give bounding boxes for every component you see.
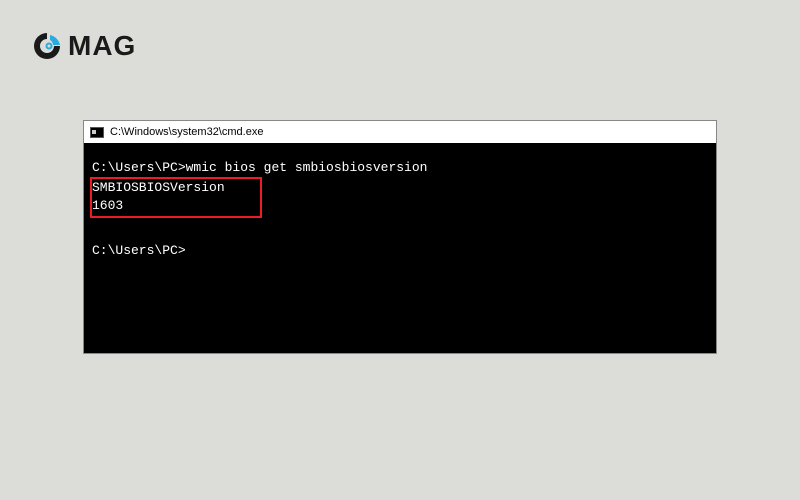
cmd-icon [90,127,104,138]
command-text: wmic bios get smbiosbiosversion [186,160,428,175]
brand-logo: MAG [32,30,136,62]
logo-icon [32,31,62,61]
output-header: SMBIOSBIOSVersion [92,180,225,195]
output-value: 1603 [92,198,123,213]
cmd-window: C:\Windows\system32\cmd.exe C:\Users\PC>… [83,120,717,354]
logo-text: MAG [68,30,136,62]
window-titlebar[interactable]: C:\Windows\system32\cmd.exe [84,121,716,143]
output-highlight: SMBIOSBIOSVersion 1603 [90,177,262,217]
terminal-output[interactable]: C:\Users\PC>wmic bios get smbiosbiosvers… [84,143,716,353]
prompt-path: C:\Users\PC> [92,160,186,175]
prompt-path-2: C:\Users\PC> [92,243,186,258]
window-title: C:\Windows\system32\cmd.exe [110,126,263,138]
